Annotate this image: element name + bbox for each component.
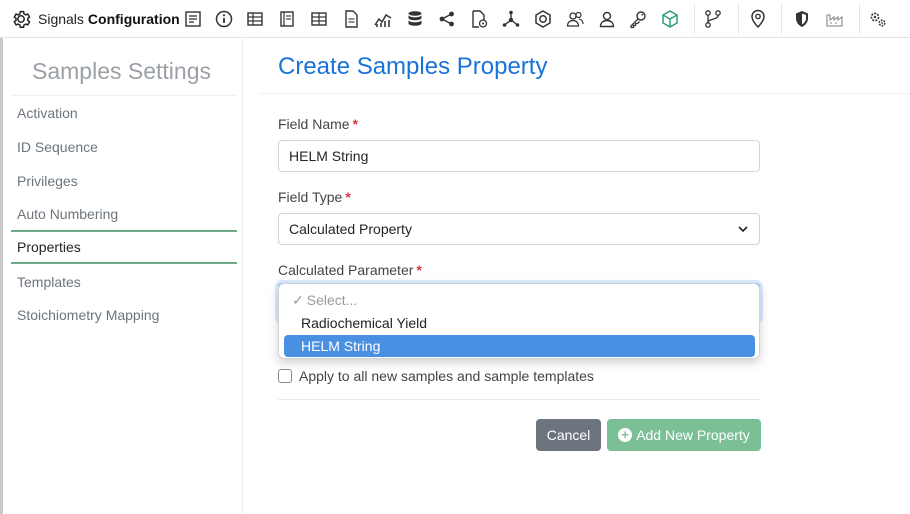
gears-icon[interactable]	[868, 9, 888, 29]
database-icon[interactable]	[405, 9, 425, 29]
main-content: Create Samples Property Field Name * HELM…	[259, 38, 910, 514]
toolbar-separator	[859, 4, 860, 34]
chevron-down-icon	[738, 226, 748, 233]
sidebar-item-id-sequence[interactable]: ID Sequence	[11, 130, 237, 164]
field-type-value: Calculated Property	[289, 221, 412, 237]
add-new-property-label: Add New Property	[636, 427, 750, 443]
sidebar-item-properties[interactable]: Properties	[11, 230, 237, 264]
document-icon[interactable]	[341, 9, 361, 29]
divider	[278, 399, 760, 400]
apply-all-row: Apply to all new samples and sample temp…	[278, 368, 594, 384]
add-new-property-button[interactable]: + Add New Property	[607, 419, 761, 451]
app-brand[interactable]: Signals Configuration	[10, 8, 180, 30]
calculated-parameter-label: Calculated Parameter *	[278, 262, 422, 278]
cancel-button[interactable]: Cancel	[536, 419, 601, 451]
required-marker: *	[352, 116, 359, 132]
calculated-parameter-dropdown: ✓ Select... Radiochemical Yield HELM Stri…	[278, 283, 760, 359]
sidebar-item-activation[interactable]: Activation	[11, 96, 237, 130]
notebook-icon[interactable]	[277, 9, 297, 29]
toolbar-separator	[781, 4, 782, 34]
page-title: Create Samples Property	[278, 53, 548, 80]
brand-name: Configuration	[87, 11, 180, 27]
apply-all-label[interactable]: Apply to all new samples and sample temp…	[299, 368, 594, 384]
dropdown-option-helm-string[interactable]: HELM String	[284, 335, 755, 357]
field-name-label: Field Name *	[278, 116, 358, 132]
dropdown-option-select[interactable]: ✓ Select...	[284, 289, 755, 311]
plus-circle-icon: +	[618, 428, 633, 442]
sidebar-title: Samples Settings	[32, 58, 211, 84]
file-settings-icon[interactable]	[469, 9, 489, 29]
hexagon-icon[interactable]	[533, 9, 553, 29]
checkmark-icon: ✓	[292, 292, 304, 308]
field-type-label-text: Field Type	[278, 189, 343, 205]
key-icon[interactable]	[628, 9, 648, 29]
field-type-label: Field Type *	[278, 189, 351, 205]
toolbar-separator	[694, 4, 695, 34]
location-icon[interactable]	[748, 9, 768, 29]
table-icon[interactable]	[245, 9, 265, 29]
calculated-parameter-label-text: Calculated Parameter	[278, 262, 414, 278]
required-marker: *	[416, 262, 422, 278]
apply-all-checkbox[interactable]	[278, 369, 292, 383]
field-name-label-text: Field Name	[278, 116, 350, 132]
form-icon[interactable]	[183, 9, 203, 29]
workflow-icon[interactable]	[703, 9, 723, 29]
required-marker: *	[345, 189, 351, 205]
users-icon[interactable]	[565, 9, 585, 29]
info-icon[interactable]	[214, 9, 234, 29]
toolbar-separator	[738, 4, 739, 34]
dropdown-option-radiochemical-yield[interactable]: Radiochemical Yield	[284, 312, 755, 334]
grid-icon[interactable]	[309, 9, 329, 29]
molecule-icon[interactable]	[501, 9, 521, 29]
sidebar-item-templates[interactable]: Templates	[11, 265, 237, 299]
sidebar-item-privileges[interactable]: Privileges	[11, 164, 237, 198]
sidebar-item-stoichiometry-mapping[interactable]: Stoichiometry Mapping	[11, 298, 237, 332]
cube-icon[interactable]	[660, 9, 680, 29]
top-navbar: Signals Configuration	[0, 0, 910, 38]
divider	[259, 93, 910, 94]
shield-icon[interactable]	[792, 9, 812, 29]
factory-icon[interactable]	[825, 9, 845, 29]
field-name-input[interactable]: HELM String	[278, 140, 760, 172]
option-label: Select...	[306, 292, 358, 308]
chart-icon[interactable]	[373, 9, 393, 29]
gear-icon	[13, 10, 31, 28]
sidebar-item-auto-numbering[interactable]: Auto Numbering	[11, 197, 237, 231]
field-type-select[interactable]: Calculated Property	[278, 213, 760, 245]
share-icon[interactable]	[437, 9, 457, 29]
user-icon[interactable]	[597, 9, 617, 29]
brand-prefix: Signals	[38, 11, 84, 27]
settings-sidebar: Samples Settings Activation ID Sequence …	[3, 38, 243, 514]
